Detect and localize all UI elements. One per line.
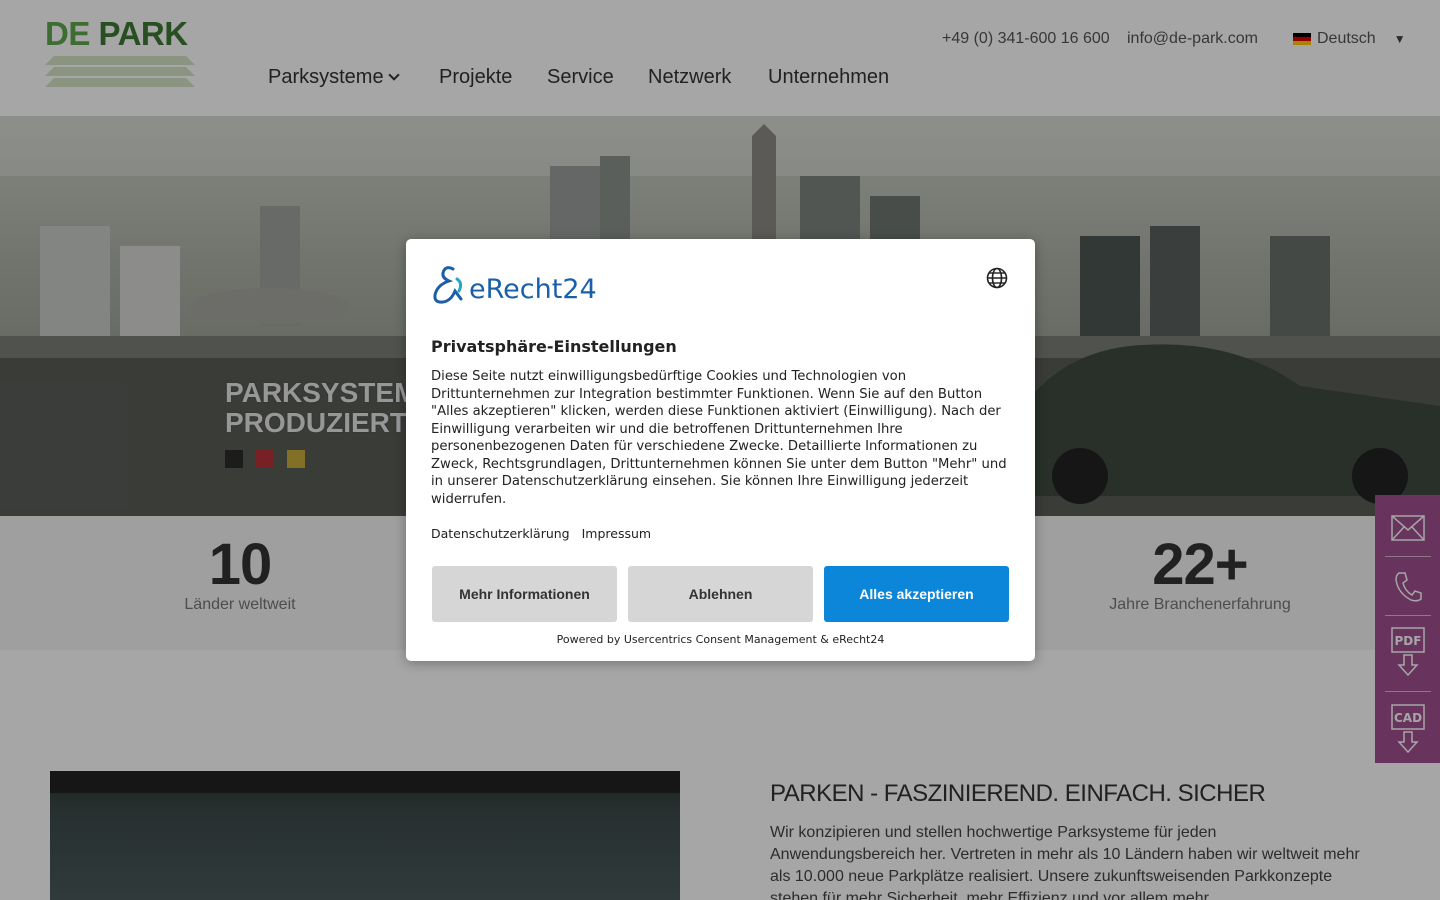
- consent-dialog: eRecht24 Privatsphäre-Einstellungen Dies…: [406, 239, 1035, 661]
- accept-all-button[interactable]: Alles akzeptieren: [824, 566, 1009, 622]
- erecht24-mark-icon: [433, 266, 463, 304]
- consent-body: Diese Seite nutzt einwilligungsbedürftig…: [431, 369, 1007, 507]
- consent-links: Datenschutzerklärung Impressum: [431, 526, 651, 541]
- brand-name: eRecht24: [469, 274, 597, 305]
- erecht24-logo: eRecht24: [431, 265, 597, 305]
- imprint-link[interactable]: Impressum: [582, 526, 651, 541]
- globe-language-icon[interactable]: [986, 267, 1008, 293]
- privacy-policy-link[interactable]: Datenschutzerklärung: [431, 526, 570, 541]
- more-info-button[interactable]: Mehr Informationen: [432, 566, 617, 622]
- decline-button[interactable]: Ablehnen: [628, 566, 813, 622]
- powered-by-text: Powered by Usercentrics Consent Manageme…: [556, 633, 885, 646]
- consent-title: Privatsphäre-Einstellungen: [431, 337, 677, 356]
